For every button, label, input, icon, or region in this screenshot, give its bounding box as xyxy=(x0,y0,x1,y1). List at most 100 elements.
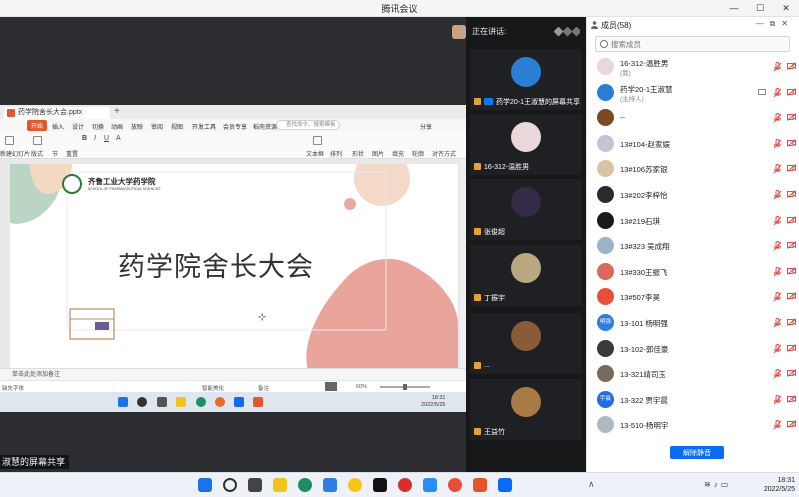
search-icon[interactable] xyxy=(223,478,237,492)
play-slideshow-icon[interactable] xyxy=(325,382,337,391)
camera-off-icon[interactable] xyxy=(787,318,796,326)
qq-icon[interactable] xyxy=(373,478,387,492)
member-row[interactable]: 13#507李昊 xyxy=(587,284,799,309)
smart-beautify-button[interactable]: 智能美化 xyxy=(202,384,224,392)
camera-off-icon[interactable] xyxy=(787,420,796,429)
menu-home[interactable]: 开始 xyxy=(27,120,48,131)
camera-off-icon[interactable] xyxy=(787,215,796,224)
member-search-input[interactable] xyxy=(611,37,781,51)
video-tile[interactable]: 丁振宇 xyxy=(470,245,582,306)
menu-docer[interactable]: 稻壳资源 xyxy=(253,122,277,131)
muted-mic-icon[interactable] xyxy=(773,62,782,72)
member-row[interactable]: 宇晨 13-322 贾宇晨 xyxy=(587,387,799,412)
missing-font-status[interactable]: 缺失字体 xyxy=(2,384,24,392)
taskview-icon[interactable] xyxy=(248,478,262,492)
close-icon[interactable]: ✕ xyxy=(773,0,799,17)
taskbar-clock[interactable]: 18:31 2022/5/25 xyxy=(757,476,795,494)
ppt-share-button[interactable]: 分享 xyxy=(420,122,432,131)
battery-icon[interactable]: ▭ xyxy=(721,480,732,489)
browser-icon[interactable] xyxy=(448,478,462,492)
member-row[interactable]: 13#106苏家银 xyxy=(587,156,799,181)
tray-expand-icon[interactable]: ∧ xyxy=(588,479,595,490)
muted-mic-icon[interactable] xyxy=(773,420,782,430)
bold-icon[interactable]: B xyxy=(82,135,87,142)
unmute-button[interactable]: 解除静音 xyxy=(670,446,724,459)
muted-mic-icon[interactable] xyxy=(773,266,782,277)
maximize-icon[interactable]: ☐ xyxy=(747,0,773,17)
video-tile[interactable]: 张俊超 xyxy=(470,179,582,240)
muted-mic-icon[interactable] xyxy=(773,215,782,226)
wps-icon[interactable] xyxy=(473,478,487,492)
member-row[interactable]: 13#219石琪 xyxy=(587,208,799,233)
muted-mic-icon[interactable] xyxy=(773,138,782,149)
ribbon-reset[interactable]: 重置 xyxy=(66,149,78,158)
member-row[interactable]: 13#202李梓怡 xyxy=(587,182,799,207)
muted-mic-icon[interactable] xyxy=(773,113,782,123)
menu-slideshow[interactable]: 放映 xyxy=(131,122,143,131)
camera-off-icon[interactable] xyxy=(787,113,796,122)
member-row[interactable]: 明强 13-101 杨明强 xyxy=(587,310,799,335)
camera-off-icon[interactable] xyxy=(787,190,796,198)
member-row[interactable]: 药学20-1王淑慧 (主持人) xyxy=(587,80,799,105)
member-row[interactable]: -- xyxy=(587,105,799,130)
ppt-doc-tab[interactable]: 药学院舍长大会.pptx xyxy=(4,107,110,119)
ribbon-picture[interactable]: 图片 xyxy=(372,149,384,158)
menu-animation[interactable]: 动画 xyxy=(111,122,123,131)
camera-off-icon[interactable] xyxy=(787,292,796,301)
menu-member[interactable]: 会员专享 xyxy=(223,122,247,131)
muted-mic-icon[interactable] xyxy=(773,241,782,251)
video-tile[interactable]: 药学20-1王淑慧的屏幕共享 xyxy=(470,49,582,110)
menu-review[interactable]: 审阅 xyxy=(151,122,163,131)
camera-off-icon[interactable] xyxy=(787,394,796,403)
store-icon[interactable] xyxy=(423,478,437,492)
notes-toggle[interactable]: 备注 xyxy=(258,384,269,392)
edge-icon[interactable] xyxy=(298,478,312,492)
panel-minimize-icon[interactable]: — xyxy=(756,19,770,28)
muted-mic-icon[interactable] xyxy=(773,369,782,379)
ribbon-arrange[interactable]: 排列 xyxy=(330,149,342,158)
font-color-icon[interactable]: A xyxy=(116,135,121,142)
ribbon-layout[interactable]: 版式 xyxy=(31,149,43,158)
muted-mic-icon[interactable] xyxy=(773,343,782,354)
wifi-icon[interactable]: ≋ xyxy=(704,480,714,489)
muted-mic-icon[interactable] xyxy=(773,190,782,200)
menu-transition[interactable]: 切换 xyxy=(92,122,104,131)
new-tab-icon[interactable]: + xyxy=(114,106,120,117)
video-tile[interactable]: 16-312-温胜男 xyxy=(470,114,582,175)
ribbon-section[interactable]: 节 xyxy=(52,149,58,158)
panel-popout-icon[interactable]: ⧉ xyxy=(770,19,782,28)
ribbon-outline[interactable]: 轮廓 xyxy=(412,149,424,158)
member-row[interactable]: 13-510-杨明宇 xyxy=(587,412,799,437)
menu-view[interactable]: 视图 xyxy=(171,122,183,131)
explorer-icon[interactable] xyxy=(273,478,287,492)
camera-off-icon[interactable] xyxy=(787,62,796,70)
member-row[interactable]: 13-102-郭佳豪 xyxy=(587,336,799,361)
netease-music-icon[interactable] xyxy=(398,478,412,492)
camera-off-icon[interactable] xyxy=(787,369,796,378)
menu-insert[interactable]: 插入 xyxy=(52,122,64,131)
tencent-meeting-icon[interactable] xyxy=(498,478,512,492)
menu-design[interactable]: 设计 xyxy=(72,122,84,131)
ribbon-new-slide[interactable]: 新建幻灯片 xyxy=(0,149,30,158)
volume-icon[interactable]: ♪ xyxy=(714,480,721,489)
minimize-icon[interactable]: — xyxy=(721,0,747,17)
muted-mic-icon[interactable] xyxy=(773,164,782,174)
panel-close-icon[interactable]: ✕ xyxy=(781,19,794,28)
member-row[interactable]: 13#104-赵家娱 xyxy=(587,131,799,156)
muted-mic-icon[interactable] xyxy=(773,292,782,302)
camera-off-icon[interactable] xyxy=(787,87,796,96)
video-tile[interactable]: 王益竹 xyxy=(470,379,582,440)
member-row[interactable]: 16-312-温胜男 (我) xyxy=(587,54,799,79)
layout-toggle-icon[interactable] xyxy=(554,27,580,37)
ppt-command-search[interactable]: 查找命令、搜索模板 xyxy=(276,120,340,130)
zoom-slider-knob[interactable] xyxy=(403,384,407,390)
ribbon-textbox[interactable]: 文本框 xyxy=(306,149,324,158)
mail-icon[interactable] xyxy=(323,478,337,492)
camera-off-icon[interactable] xyxy=(787,266,796,275)
chrome-icon[interactable] xyxy=(348,478,362,492)
underline-icon[interactable]: U xyxy=(104,135,109,142)
ribbon-shape[interactable]: 形状 xyxy=(352,149,364,158)
start-icon[interactable] xyxy=(198,478,212,492)
slide[interactable]: 齐鲁工业大学药学院 SCHOOL OF PHARMACEUTICAL SCIEN… xyxy=(10,164,458,376)
camera-off-icon[interactable] xyxy=(787,138,796,147)
